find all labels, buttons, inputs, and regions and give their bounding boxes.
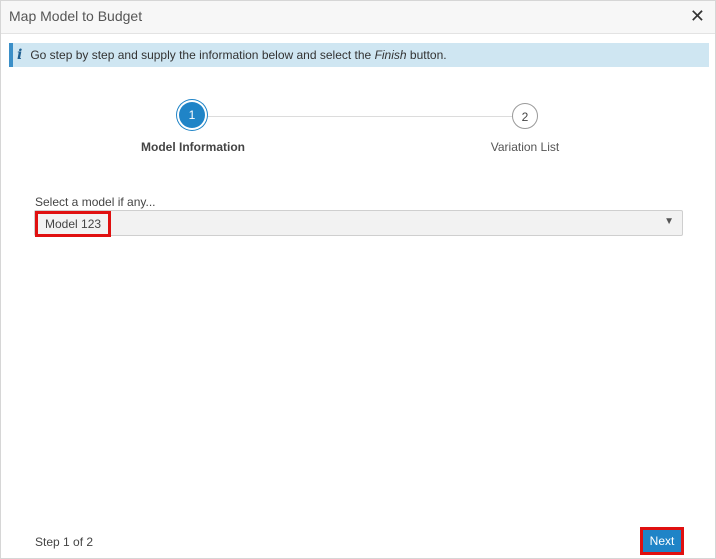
info-text-before: Go step by step and supply the informati… — [30, 48, 375, 62]
info-icon: i — [17, 47, 23, 63]
info-banner: i Go step by step and supply the informa… — [9, 43, 709, 67]
model-select-label: Select a model if any... — [35, 195, 156, 209]
next-button[interactable]: Next — [640, 527, 684, 555]
step-2-label: Variation List — [490, 140, 560, 154]
map-model-dialog: Map Model to Budget ✕ i Go step by step … — [0, 0, 716, 559]
chevron-down-icon: ▼ — [664, 216, 674, 227]
dialog-title: Map Model to Budget — [9, 8, 143, 24]
step-2-indicator[interactable]: 2 — [512, 103, 538, 129]
model-select-value: Model 123 — [35, 211, 111, 237]
info-text-after: button. — [406, 48, 447, 62]
step-1-indicator[interactable]: 1 — [179, 102, 205, 128]
info-text-emphasis: Finish — [374, 48, 407, 62]
step-counter: Step 1 of 2 — [35, 535, 94, 549]
model-select-dropdown[interactable]: Model 123 ▼ — [34, 210, 683, 237]
step-1-label: Model Information — [141, 140, 245, 154]
stepper-connector — [193, 116, 525, 117]
close-icon[interactable]: ✕ — [690, 5, 705, 27]
dialog-titlebar: Map Model to Budget ✕ — [1, 1, 715, 34]
